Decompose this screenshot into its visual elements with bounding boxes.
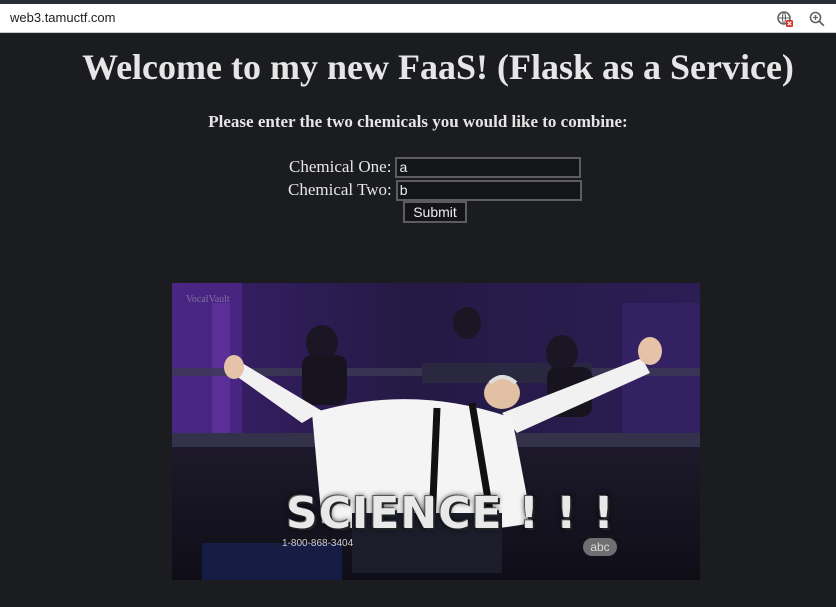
chemical-one-row: Chemical One: [289, 156, 582, 178]
chemical-one-label: Chemical One: [289, 157, 392, 177]
chemical-two-input[interactable] [395, 179, 582, 201]
zoom-icon[interactable] [808, 10, 826, 28]
url-text[interactable]: web3.tamuctf.com [10, 10, 116, 25]
extension-blocked-icon[interactable] [776, 10, 794, 28]
image-watermark: VocalVault [186, 294, 230, 305]
form-prompt: Please enter the two chemicals you would… [208, 112, 628, 131]
science-caption: SCIENCE ! ! ! [286, 488, 615, 539]
phone-number-text: 1-800-868-3404 [282, 538, 354, 549]
chemical-one-input[interactable] [395, 156, 582, 178]
page-title: Welcome to my new FaaS! (Flask as a Serv… [82, 47, 794, 87]
chemical-two-row: Chemical Two: [288, 179, 582, 201]
chemical-two-label: Chemical Two: [288, 180, 392, 200]
abc-logo: abc [583, 538, 617, 556]
submit-button[interactable]: Submit [403, 201, 467, 223]
address-bar[interactable]: web3.tamuctf.com [0, 4, 836, 33]
